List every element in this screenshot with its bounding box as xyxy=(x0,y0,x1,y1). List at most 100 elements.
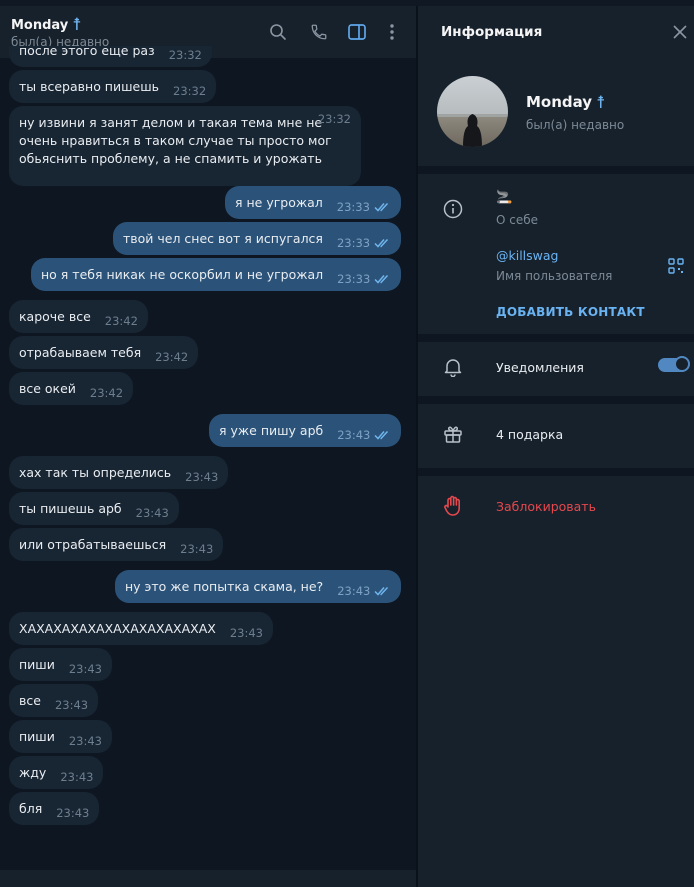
incoming-message[interactable]: ХАХАХАХАХАХАХАХАХАХАХАХ 23:43 xyxy=(9,612,273,645)
message-time: 23:32 xyxy=(173,84,207,98)
message-list[interactable]: после этого еще раз 23:32 ты всеравно пише… xyxy=(0,46,417,866)
section-divider xyxy=(418,166,694,174)
username-label: Имя пользователя xyxy=(496,269,613,283)
message-time: 23:43 xyxy=(337,428,371,442)
message-text: ХАХАХАХАХАХАХАХАХАХАХАХ xyxy=(19,621,216,636)
profile-name: Monday ☨ xyxy=(526,92,606,113)
read-checkmarks-icon xyxy=(374,235,391,253)
notifications-label: Уведомления xyxy=(496,360,584,375)
read-checkmarks-icon xyxy=(374,271,391,289)
message-text: или отрабатываешься xyxy=(19,537,167,552)
message-time: 23:33 xyxy=(336,236,371,250)
message-text: все окей xyxy=(19,381,76,396)
message-time: 23:32 xyxy=(168,48,202,62)
info-title: Информация xyxy=(441,24,543,40)
message-text: ну извини я занят делом и такая тема мне… xyxy=(19,115,332,166)
message-time: 23:43 xyxy=(135,506,169,520)
message-text: отрабаываем тебя xyxy=(19,345,142,360)
section-divider xyxy=(418,334,694,342)
incoming-message[interactable]: жду 23:43 xyxy=(9,756,104,789)
message-time: 23:33 xyxy=(336,200,370,214)
block-user-button[interactable]: Заблокировать xyxy=(496,499,596,514)
read-checkmarks-icon xyxy=(374,199,391,217)
chat-pane: Monday ☨ был(а) недавно после этого еще р… xyxy=(0,6,417,887)
outgoing-message[interactable]: я уже пишу арб 23:43 xyxy=(209,414,402,447)
gifts-link[interactable]: 4 подарка xyxy=(496,427,563,442)
message-text: ты всеравно пишешь xyxy=(19,79,160,94)
message-text: пиши xyxy=(19,729,55,744)
cross-symbol: ☨ xyxy=(72,15,82,35)
more-vertical-icon[interactable] xyxy=(381,21,403,43)
section-divider xyxy=(418,396,694,404)
info-icon xyxy=(442,198,464,220)
search-icon[interactable] xyxy=(267,21,289,43)
bio-text: 🚬 xyxy=(496,190,513,205)
profile-name-text: Monday xyxy=(526,93,593,111)
message-text: я уже пишу арб xyxy=(219,423,324,438)
message-text: ну это же попытка скама, не? xyxy=(125,579,324,594)
gift-icon xyxy=(442,423,464,445)
incoming-message[interactable]: ты всеравно пишешь 23:32 xyxy=(9,70,217,103)
message-time: 23:43 xyxy=(54,698,89,712)
read-checkmarks-icon xyxy=(374,427,391,445)
section-divider xyxy=(418,468,694,476)
avatar[interactable] xyxy=(437,76,508,147)
incoming-message[interactable]: все окей 23:42 xyxy=(9,372,134,405)
outgoing-message[interactable]: ну это же попытка скама, не? 23:43 xyxy=(115,570,402,603)
message-time: 23:43 xyxy=(185,470,219,484)
info-panel: Информация Monday☨ был(а) недавно 🚬 О с xyxy=(418,6,694,887)
incoming-message[interactable]: отрабаываем тебя 23:42 xyxy=(9,336,199,369)
add-contact-button[interactable]: ДОБАВИТЬ КОНТАКТ xyxy=(496,305,645,319)
incoming-message[interactable]: ну извини я занят делом и такая тема мне… xyxy=(9,106,361,186)
bell-icon xyxy=(442,356,464,378)
notifications-toggle[interactable] xyxy=(658,356,690,372)
message-text: жду xyxy=(19,765,47,780)
message-time: 23:32 xyxy=(317,112,351,126)
close-icon[interactable] xyxy=(672,24,688,40)
message-text: ты пишешь арб xyxy=(19,501,122,516)
incoming-message[interactable]: после этого еще раз 23:32 xyxy=(9,46,212,67)
message-text: бля xyxy=(19,801,43,816)
chat-name: Monday xyxy=(11,18,69,33)
message-text: все xyxy=(19,693,41,708)
message-input-bar[interactable] xyxy=(0,870,417,887)
chat-title[interactable]: Monday ☨ xyxy=(11,14,82,35)
message-time: 23:43 xyxy=(68,662,103,676)
cross-symbol: ☨ xyxy=(596,93,606,113)
outgoing-message[interactable]: я не угрожал 23:33 xyxy=(225,186,401,219)
incoming-message[interactable]: бля 23:43 xyxy=(9,792,100,825)
message-time: 23:42 xyxy=(104,314,138,328)
message-text: пиши xyxy=(19,657,55,672)
message-time: 23:43 xyxy=(68,734,103,748)
incoming-message[interactable]: пиши 23:43 xyxy=(9,720,113,753)
message-text: хах так ты определись xyxy=(19,465,172,480)
qr-code-icon[interactable] xyxy=(668,258,684,274)
profile-status: был(а) недавно xyxy=(526,118,625,132)
message-time: 23:43 xyxy=(60,770,94,784)
incoming-message[interactable]: хах так ты определись 23:43 xyxy=(9,456,229,489)
message-time: 23:43 xyxy=(229,626,263,640)
phone-icon[interactable] xyxy=(308,21,330,43)
incoming-message[interactable]: ты пишешь арб 23:43 xyxy=(9,492,179,525)
message-time: 23:43 xyxy=(337,584,371,598)
message-time: 23:33 xyxy=(337,272,371,286)
message-text: после этого еще раз xyxy=(19,46,155,58)
incoming-message[interactable]: пиши 23:43 xyxy=(9,648,113,681)
block-hand-icon xyxy=(442,495,464,517)
message-text: но я тебя никак не оскорбил и не угрожал xyxy=(41,267,324,282)
message-time: 23:42 xyxy=(89,386,124,400)
message-time: 23:42 xyxy=(155,350,189,364)
bio-label: О себе xyxy=(496,213,539,227)
incoming-message[interactable]: все 23:43 xyxy=(9,684,99,717)
incoming-message[interactable]: кароче все 23:42 xyxy=(9,300,148,333)
message-text: твой чел снес вот я испугался xyxy=(123,231,323,246)
username-link[interactable]: @killswag xyxy=(496,248,559,263)
incoming-message[interactable]: или отрабатываешься 23:43 xyxy=(9,528,224,561)
sidebar-toggle-icon[interactable] xyxy=(346,21,368,43)
toggle-knob xyxy=(674,356,690,372)
message-text: кароче все xyxy=(19,309,91,324)
message-time: 23:43 xyxy=(180,542,214,556)
outgoing-message[interactable]: но я тебя никак не оскорбил и не угрожал… xyxy=(31,258,402,291)
outgoing-message[interactable]: твой чел снес вот я испугался 23:33 xyxy=(113,222,402,255)
message-text: я не угрожал xyxy=(235,195,323,210)
